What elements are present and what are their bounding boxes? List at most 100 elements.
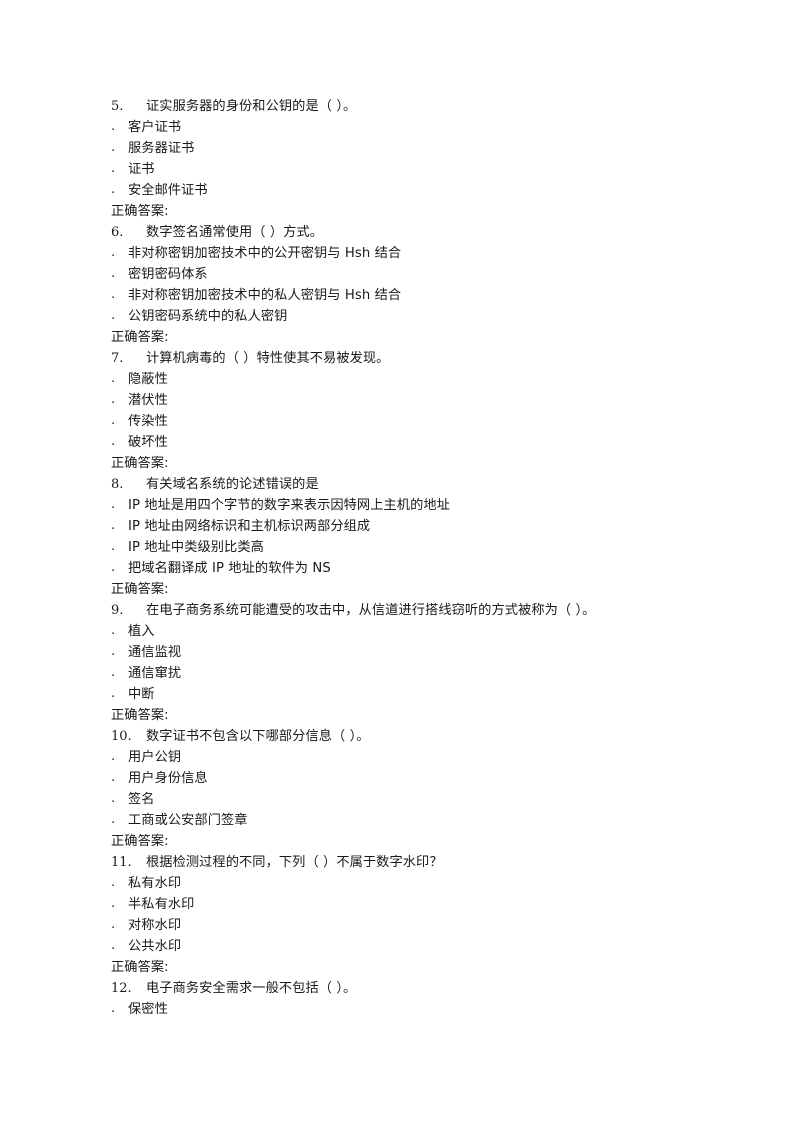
option-item[interactable]: . 通信监视 xyxy=(111,642,740,663)
question-number: 9. xyxy=(111,603,124,618)
option-item[interactable]: . IP 地址中类级别比类高 xyxy=(111,537,740,558)
option-bullet-icon: . xyxy=(111,896,116,911)
option-item[interactable]: . 植入 xyxy=(111,621,740,642)
option-item[interactable]: . 非对称密钥加密技术中的公开密钥与 Hsh 结合 xyxy=(111,243,740,264)
option-text: 半私有水印 xyxy=(128,897,195,912)
option-item[interactable]: . 用户公钥 xyxy=(111,747,740,768)
option-item[interactable]: . 通信窜扰 xyxy=(111,663,740,684)
question-number: 11. xyxy=(111,855,132,870)
option-bullet-icon: . xyxy=(111,938,116,953)
option-item[interactable]: . 安全邮件证书 xyxy=(111,180,740,201)
option-item[interactable]: . 公钥密码系统中的私人密钥 xyxy=(111,306,740,327)
question-number: 12. xyxy=(111,981,132,996)
question-block: 5. 证实服务器的身份和公钥的是（ ）。. 客户证书. 服务器证书. 证书. 安全邮件证书… xyxy=(111,96,740,222)
question-number: 7. xyxy=(111,351,124,366)
question-number: 5. xyxy=(111,99,124,114)
option-item[interactable]: . 半私有水印 xyxy=(111,894,740,915)
question-number: 8. xyxy=(111,477,124,492)
option-item[interactable]: . 中断 xyxy=(111,684,740,705)
option-bullet-icon: . xyxy=(111,182,116,197)
option-item[interactable]: . 签名 xyxy=(111,789,740,810)
option-bullet-icon: . xyxy=(111,539,116,554)
option-bullet-icon: . xyxy=(111,770,116,785)
question-block: 8. 有关域名系统的论述错误的是. IP 地址是用四个字节的数字来表示因特网上主机的… xyxy=(111,474,740,600)
option-text: 潜伏性 xyxy=(128,393,168,408)
option-text: IP 地址中类级别比类高 xyxy=(128,540,264,555)
option-item[interactable]: . 传染性 xyxy=(111,411,740,432)
option-text: 传染性 xyxy=(128,414,168,429)
option-item[interactable]: . 把域名翻译成 IP 地址的软件为 NS xyxy=(111,558,740,579)
option-text: 中断 xyxy=(128,687,155,702)
option-bullet-icon: . xyxy=(111,791,116,806)
option-text: 通信监视 xyxy=(128,645,182,660)
option-text: 公共水印 xyxy=(128,939,182,954)
answer-line: 正确答案: xyxy=(111,204,169,219)
question-stem: 数字签名通常使用（ ）方式。 xyxy=(146,225,324,240)
question-line: 5. 证实服务器的身份和公钥的是（ ）。 xyxy=(111,96,740,117)
option-text: 保密性 xyxy=(128,1002,168,1017)
question-number: 6. xyxy=(111,225,124,240)
answer-line: 正确答案: xyxy=(111,330,169,345)
option-bullet-icon: . xyxy=(111,623,116,638)
option-text: 密钥密码体系 xyxy=(128,267,208,282)
option-item[interactable]: . 公共水印 xyxy=(111,936,740,957)
question-block: 10. 数字证书不包含以下哪部分信息（ ）。 . 用户公钥. 用户身份信息. 签名. 工商或… xyxy=(111,726,740,852)
question-block: 6. 数字签名通常使用（ ）方式。. 非对称密钥加密技术中的公开密钥与 Hsh 结合… xyxy=(111,222,740,348)
option-text: 用户身份信息 xyxy=(128,771,208,786)
option-bullet-icon: . xyxy=(111,497,116,512)
option-item[interactable]: . 私有水印 xyxy=(111,873,740,894)
option-bullet-icon: . xyxy=(111,161,116,176)
option-item[interactable]: . 证书 xyxy=(111,159,740,180)
option-bullet-icon: . xyxy=(111,1001,116,1016)
option-bullet-icon: . xyxy=(111,245,116,260)
question-list: 5. 证实服务器的身份和公钥的是（ ）。. 客户证书. 服务器证书. 证书. 安全邮件证书… xyxy=(111,96,740,1020)
question-stem: 数字证书不包含以下哪部分信息（ ）。 xyxy=(146,729,370,744)
option-item[interactable]: . 用户身份信息 xyxy=(111,768,740,789)
option-item[interactable]: . 工商或公安部门签章 xyxy=(111,810,740,831)
option-text: 证书 xyxy=(128,162,155,177)
question-line: 8. 有关域名系统的论述错误的是 xyxy=(111,474,740,495)
option-bullet-icon: . xyxy=(111,140,116,155)
option-item[interactable]: . 密钥密码体系 xyxy=(111,264,740,285)
question-number: 10. xyxy=(111,729,132,744)
question-line: 9. 在电子商务系统可能遭受的攻击中，从信道进行搭线窃听的方式被称为（ ）。 xyxy=(111,600,740,621)
option-text: 通信窜扰 xyxy=(128,666,182,681)
option-text: 安全邮件证书 xyxy=(128,183,208,198)
option-item[interactable]: . 对称水印 xyxy=(111,915,740,936)
option-bullet-icon: . xyxy=(111,371,116,386)
option-text: 隐蔽性 xyxy=(128,372,168,387)
option-text: 破坏性 xyxy=(128,435,168,450)
question-stem: 有关域名系统的论述错误的是 xyxy=(146,477,319,492)
answer-line: 正确答案: xyxy=(111,834,169,849)
option-bullet-icon: . xyxy=(111,686,116,701)
option-text: 非对称密钥加密技术中的公开密钥与 Hsh 结合 xyxy=(128,246,402,261)
option-text: 私有水印 xyxy=(128,876,182,891)
option-text: 客户证书 xyxy=(128,120,182,135)
option-item[interactable]: . IP 地址是用四个字节的数字来表示因特网上主机的地址 xyxy=(111,495,740,516)
option-item[interactable]: . 客户证书 xyxy=(111,117,740,138)
option-item[interactable]: . 保密性 xyxy=(111,999,740,1020)
option-bullet-icon: . xyxy=(111,812,116,827)
option-text: 植入 xyxy=(128,624,155,639)
option-text: 工商或公安部门签章 xyxy=(128,813,248,828)
option-item[interactable]: . 破坏性 xyxy=(111,432,740,453)
question-line: 6. 数字签名通常使用（ ）方式。 xyxy=(111,222,740,243)
option-bullet-icon: . xyxy=(111,518,116,533)
answer-line: 正确答案: xyxy=(111,960,169,975)
option-item[interactable]: . 服务器证书 xyxy=(111,138,740,159)
option-text: IP 地址是用四个字节的数字来表示因特网上主机的地址 xyxy=(128,498,450,513)
option-item[interactable]: . 隐蔽性 xyxy=(111,369,740,390)
option-text: 对称水印 xyxy=(128,918,182,933)
question-stem: 电子商务安全需求一般不包括（ ）。 xyxy=(146,981,357,996)
question-block: 12. 电子商务安全需求一般不包括（ ）。. 保密性 xyxy=(111,978,740,1020)
option-item[interactable]: . IP 地址由网络标识和主机标识两部分组成 xyxy=(111,516,740,537)
option-bullet-icon: . xyxy=(111,875,116,890)
option-bullet-icon: . xyxy=(111,665,116,680)
option-text: 公钥密码系统中的私人密钥 xyxy=(128,309,288,324)
option-bullet-icon: . xyxy=(111,560,116,575)
option-item[interactable]: . 非对称密钥加密技术中的私人密钥与 Hsh 结合 xyxy=(111,285,740,306)
question-stem: 证实服务器的身份和公钥的是（ ）。 xyxy=(146,99,357,114)
option-text: 签名 xyxy=(128,792,155,807)
option-bullet-icon: . xyxy=(111,266,116,281)
option-item[interactable]: . 潜伏性 xyxy=(111,390,740,411)
